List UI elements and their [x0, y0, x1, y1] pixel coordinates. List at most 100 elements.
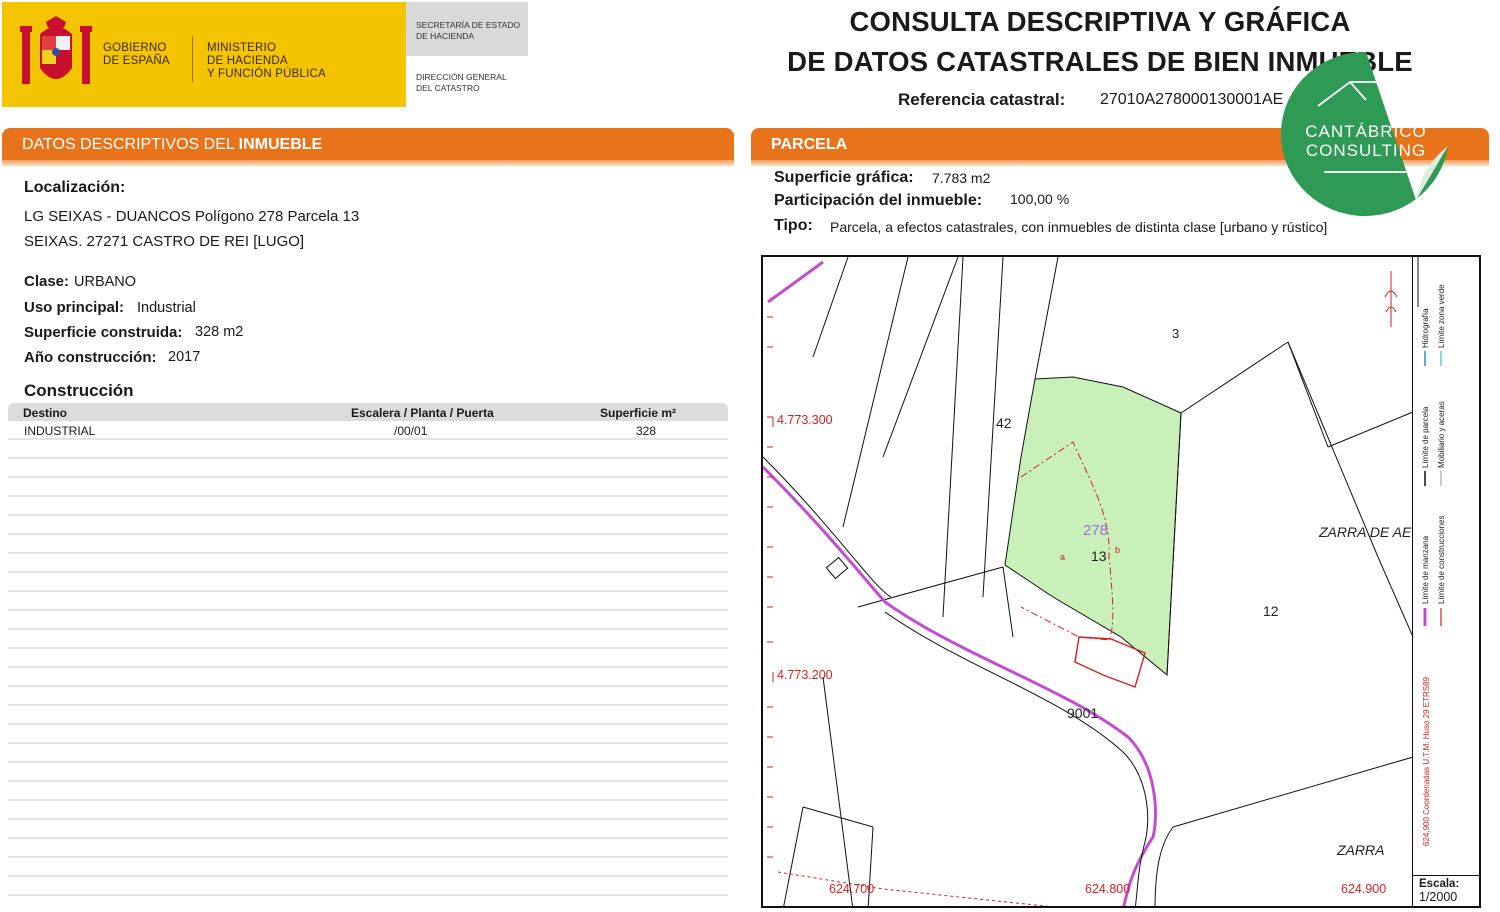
sub-label-a: a	[1060, 552, 1065, 562]
header-shadow	[2, 160, 734, 166]
place-zarra-de-ae: ZARRA DE AE	[1318, 524, 1412, 540]
coat-of-arms-icon	[20, 16, 92, 84]
scale-box: Escala: 1/2000	[1412, 875, 1480, 907]
divider	[192, 36, 193, 82]
table-row-empty	[8, 535, 728, 554]
ministry-line1: MINISTERIO	[207, 42, 277, 54]
table-row-empty	[8, 706, 728, 725]
table-row-empty	[8, 877, 728, 896]
document-title-line1: CONSULTA DESCRIPTIVA Y GRÁFICA	[849, 6, 1351, 37]
cell-destino: INDUSTRIAL	[24, 424, 96, 438]
table-row-empty	[8, 839, 728, 858]
table-row-empty	[8, 592, 728, 611]
secretaria-line1: SECRETARÍA DE ESTADO	[416, 20, 521, 30]
table-row-empty	[8, 801, 728, 820]
gov-line2: DE ESPAÑA	[103, 55, 170, 67]
place-zarra: ZARRA	[1336, 842, 1384, 858]
clase-label: Clase:	[24, 273, 70, 290]
uso-label: Uso principal:	[24, 299, 125, 316]
map-drawing: 3 42 278 13 a b 12 9001 ZARRA DE AE ZARR…	[763, 257, 1419, 906]
table-row-empty	[8, 820, 728, 839]
parcel-label-13: 13	[1091, 548, 1107, 564]
legend-limite-parcela: Límite de parcela	[1421, 406, 1430, 468]
road	[767, 260, 824, 304]
polygon-label-278: 278	[1083, 522, 1108, 539]
table-row-empty	[8, 440, 728, 459]
table-row-empty	[8, 649, 728, 668]
construccion-title: Construcción	[24, 381, 134, 400]
table-row-empty	[8, 763, 728, 782]
col-superficie: Superficie m²	[600, 406, 677, 420]
cell-escalera: /00/01	[394, 424, 428, 438]
ministry-line3: Y FUNCIÓN PÚBLICA	[207, 68, 326, 80]
table-row: INDUSTRIAL /00/01 328	[8, 421, 728, 440]
map-legend: Hidrografía Límite zona verde Límite de …	[1412, 256, 1480, 876]
table-row-empty	[8, 687, 728, 706]
secretaria-line2: DE HACIENDA	[416, 31, 475, 41]
cell-superficie: 328	[636, 424, 657, 438]
localizacion-label: Localización:	[24, 179, 126, 196]
road-edge	[763, 456, 892, 598]
ref-label: Referencia catastral:	[898, 90, 1066, 109]
watermark-line1: CANTÁBRICO	[1305, 122, 1426, 141]
sup-grafica-label: Superficie gráfica:	[774, 169, 914, 186]
coord-x-2: 624.800	[1085, 882, 1130, 896]
scale-label: Escala:	[1419, 878, 1460, 890]
coord-x-1: 624.700	[829, 882, 874, 896]
table-row-empty	[8, 573, 728, 592]
parcel-label-3: 3	[1172, 326, 1179, 341]
parcel-label-42: 42	[996, 415, 1012, 431]
legend-mobiliario: Mobiliario y aceras	[1437, 401, 1446, 468]
north-arrow-icon	[1384, 271, 1398, 327]
parcel-label-12: 12	[1263, 603, 1279, 619]
sup-grafica-value: 7.783 m2	[932, 170, 991, 186]
direccion-line1: DIRECCIÓN GENERAL	[416, 72, 507, 82]
coord-x-3: 624.900	[1341, 882, 1386, 896]
participacion-value: 100,00 %	[1010, 191, 1070, 207]
table-row-empty	[8, 611, 728, 630]
legend-utm-coords: 624,900 Coordenadas U.T.M. Huso 29 ETRS8…	[1422, 676, 1431, 846]
address-line1: LG SEIXAS - DUANCOS Polígono 278 Parcela…	[24, 208, 360, 225]
ref-value: 27010A278000130001AE	[1100, 91, 1284, 108]
parcel-label-9001: 9001	[1067, 705, 1098, 721]
section-title-prefix: DATOS DESCRIPTIVOS DEL	[22, 136, 239, 153]
scale-value: 1/2000	[1419, 890, 1458, 904]
anio-value: 2017	[168, 349, 201, 365]
table-header: Destino Escalera / Planta / Puerta Super…	[8, 403, 728, 421]
cadastral-map: 3 42 278 13 a b 12 9001 ZARRA DE AE ZARR…	[761, 255, 1481, 908]
col-destino: Destino	[23, 406, 68, 420]
table-row-empty	[8, 668, 728, 687]
direccion-line2: DEL CATASTRO	[416, 83, 480, 93]
construction-table: Destino Escalera / Planta / Puerta Super…	[8, 403, 728, 896]
legend-zona-verde: Límite zona verde	[1437, 284, 1446, 348]
table-row-empty	[8, 516, 728, 535]
parcela-title: PARCELA	[771, 136, 848, 153]
sub-label-b: b	[1115, 545, 1120, 555]
table-row-empty	[8, 630, 728, 649]
gov-line1: GOBIERNO	[103, 42, 167, 54]
table-row-empty	[8, 858, 728, 877]
col-escalera: Escalera / Planta / Puerta	[351, 406, 494, 420]
legend-hidrografia: Hidrografía	[1421, 308, 1430, 348]
road-edge	[1154, 826, 1174, 906]
superficie-value: 328 m2	[195, 324, 244, 340]
table-row-empty	[8, 744, 728, 763]
uso-value: Industrial	[137, 300, 196, 316]
government-logo-block: GOBIERNO DE ESPAÑA MINISTERIO DE HACIEND…	[2, 2, 406, 107]
superficie-label: Superficie construida:	[24, 324, 183, 341]
empty-rows	[8, 440, 728, 896]
table-row-empty	[8, 478, 728, 497]
anio-label: Año construcción:	[24, 349, 157, 366]
watermark-line2: CONSULTING	[1306, 141, 1426, 160]
table-row-empty	[8, 554, 728, 573]
table-row-empty	[8, 782, 728, 801]
coord-y-2: 4.773.200	[777, 668, 833, 682]
legend-limite-construcciones: Límite de construcciones	[1437, 516, 1446, 605]
legend-drawing: Hidrografía Límite zona verde Límite de …	[1421, 284, 1446, 846]
left-section-header: DATOS DESCRIPTIVOS DEL INMUEBLE	[2, 128, 734, 166]
tipo-value: Parcela, a efectos catastrales, con inmu…	[830, 219, 1328, 235]
section-title-bold: INMUEBLE	[238, 136, 323, 153]
clase-value: URBANO	[74, 274, 137, 290]
legend-limite-manzana: Límite de manzana	[1421, 535, 1430, 604]
coord-y-1: 4.773.300	[777, 413, 833, 427]
